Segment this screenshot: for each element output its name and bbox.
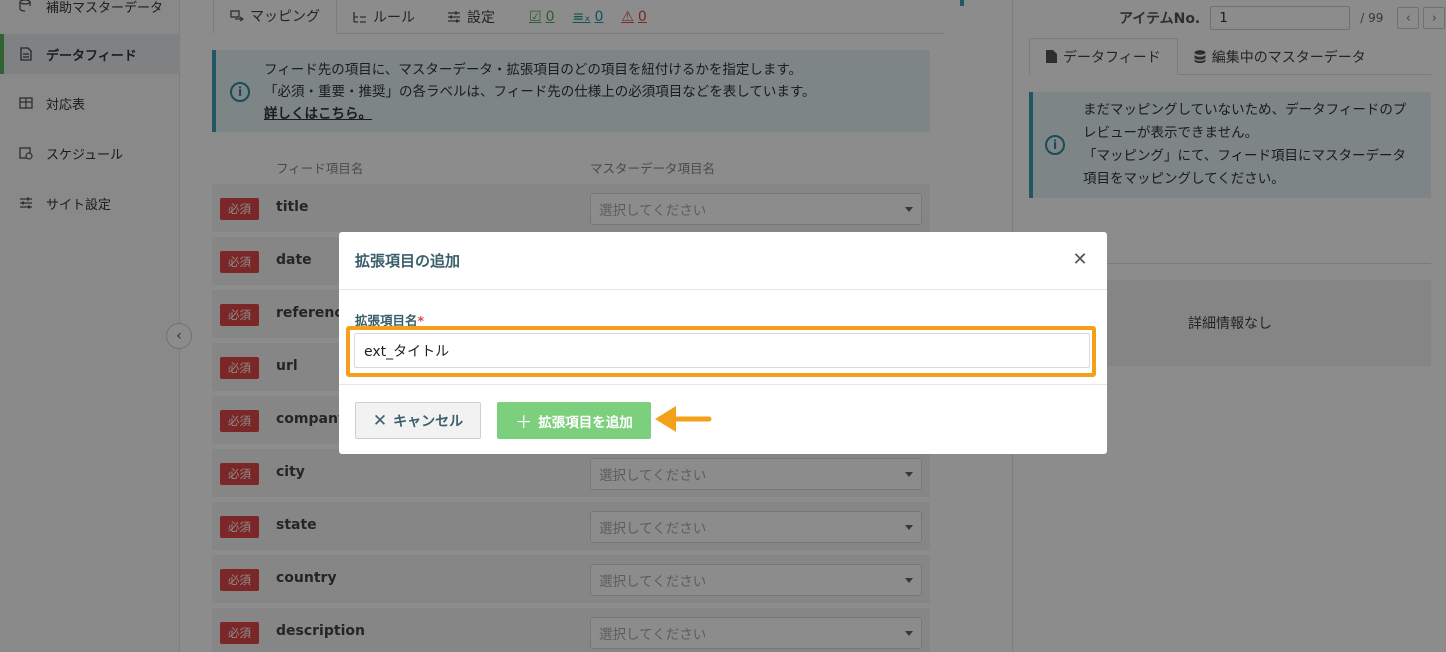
- add-extension-field-button[interactable]: ＋ 拡張項目を追加: [497, 402, 651, 439]
- add-extension-field-dialog: 拡張項目の追加 ✕ 拡張項目名* ext_タイトル ✕ キャンセル ＋ 拡張項目…: [339, 232, 1107, 454]
- close-icon: ✕: [372, 410, 388, 431]
- plus-icon: ＋: [515, 413, 533, 433]
- close-icon[interactable]: ✕: [1071, 251, 1089, 269]
- cancel-button[interactable]: ✕ キャンセル: [355, 402, 481, 439]
- extension-field-name-input[interactable]: ext_タイトル: [354, 333, 1090, 368]
- cancel-label: キャンセル: [393, 413, 464, 430]
- add-label: 拡張項目を追加: [538, 414, 633, 431]
- annotation-arrow-icon: [655, 406, 712, 432]
- dialog-footer: ✕ キャンセル ＋ 拡張項目を追加: [339, 384, 1107, 454]
- dialog-title: 拡張項目の追加: [339, 232, 1107, 290]
